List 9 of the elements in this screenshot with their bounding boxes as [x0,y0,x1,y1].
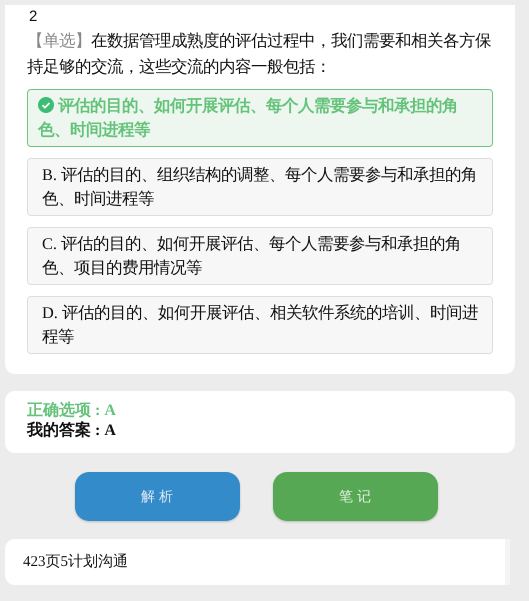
answer-option[interactable]: C. 评估的目的、如何开展评估、每个人需要参与和承担的角色、项目的费用情况等 [27,227,493,285]
answer-option[interactable]: D. 评估的目的、如何开展评估、相关软件系统的培训、时间进程等 [27,296,493,354]
question-text: 【单选】在数据管理成熟度的评估过程中，我们需要和相关各方保持足够的交流，这些交流的内容一般包括： [27,30,492,78]
note-text: 423页5计划沟通 [23,552,129,572]
question-number: 2 [28,9,38,25]
my-answer: 我的答案 : A [27,421,117,441]
check-icon [38,97,54,113]
correct-answer: 正确选项 : A [27,401,117,421]
answer-option[interactable]: B. 评估的目的、组织结构的调整、每个人需要参与和承担的角色、时间进程等 [27,158,493,216]
